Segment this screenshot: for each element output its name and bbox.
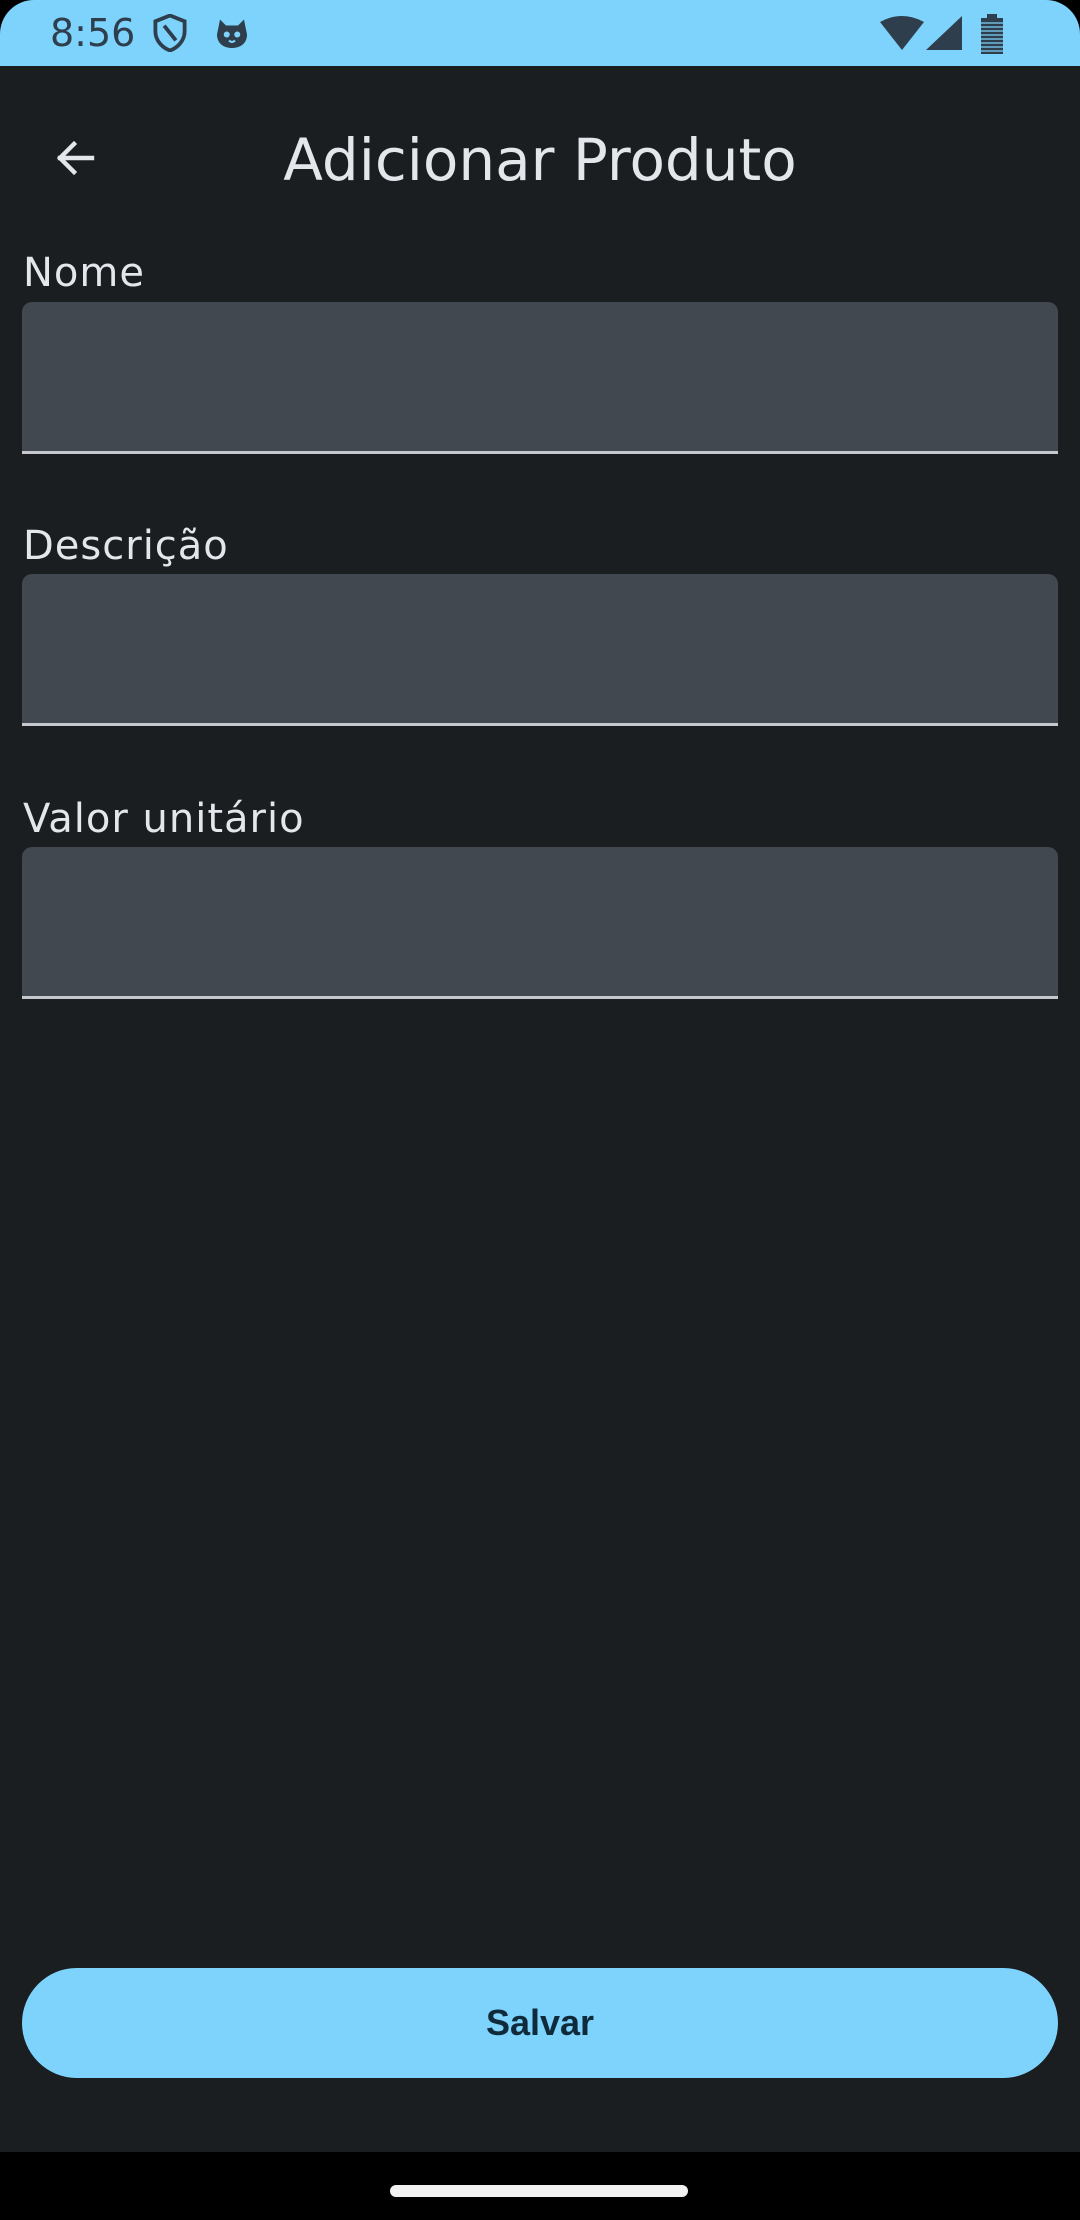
home-indicator[interactable] — [390, 2185, 688, 2197]
cell-signal-icon — [926, 16, 962, 50]
status-bar: 8:56 — [0, 0, 1080, 66]
wifi-icon — [880, 16, 924, 50]
status-time: 8:56 — [50, 11, 136, 55]
battery-icon — [981, 14, 1003, 54]
save-button[interactable]: Salvar — [22, 1968, 1058, 2078]
save-button-label: Salvar — [485, 2002, 595, 2043]
field-label-valor-unitario: Valor unitário — [23, 796, 305, 842]
app-bar: Adicionar Produto — [0, 66, 1080, 246]
descricao-input[interactable] — [22, 574, 1058, 726]
nome-input[interactable] — [22, 302, 1058, 454]
screen: Adicionar Produto Nome Descrição Valor u… — [0, 66, 1080, 2152]
field-label-nome: Nome — [23, 250, 145, 296]
valor-unitario-input[interactable] — [22, 847, 1058, 999]
shield-icon — [153, 14, 187, 52]
navigation-bar — [0, 2152, 1080, 2220]
page-title: Adicionar Produto — [283, 126, 797, 194]
cat-face-icon — [217, 19, 247, 48]
field-label-descricao: Descrição — [23, 523, 229, 569]
